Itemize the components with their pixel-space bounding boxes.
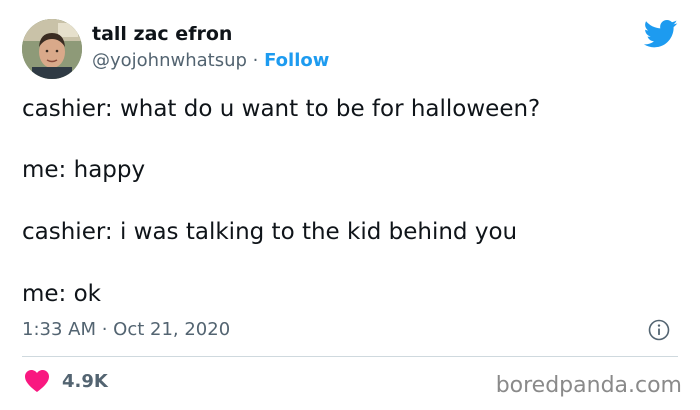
tweet-timestamp[interactable]: 1:33 AM · Oct 21, 2020	[22, 319, 230, 340]
tweet-line: me: ok	[22, 281, 102, 307]
tweet-line: cashier: what do u want to be for hallow…	[22, 96, 541, 122]
watermark: boredpanda.com	[495, 373, 682, 398]
author-handle-row: @yojohnwhatsup · Follow	[92, 50, 329, 71]
author-handle[interactable]: @yojohnwhatsup	[92, 50, 247, 71]
tweet-line: me: happy	[22, 157, 146, 183]
author-name[interactable]: tall zac efron	[92, 23, 232, 45]
twitter-bird-icon[interactable]	[644, 19, 678, 49]
avatar[interactable]	[22, 19, 82, 79]
info-icon[interactable]	[648, 319, 670, 341]
handle-separator: ·	[246, 50, 265, 71]
like-count[interactable]: 4.9K	[62, 371, 108, 392]
follow-button[interactable]: Follow	[264, 50, 329, 71]
tweet-card: tall zac efron @yojohnwhatsup · Follow c…	[0, 0, 700, 410]
heart-icon[interactable]	[24, 369, 50, 393]
divider	[22, 356, 678, 357]
tweet-line: cashier: i was talking to the kid behind…	[22, 219, 518, 245]
